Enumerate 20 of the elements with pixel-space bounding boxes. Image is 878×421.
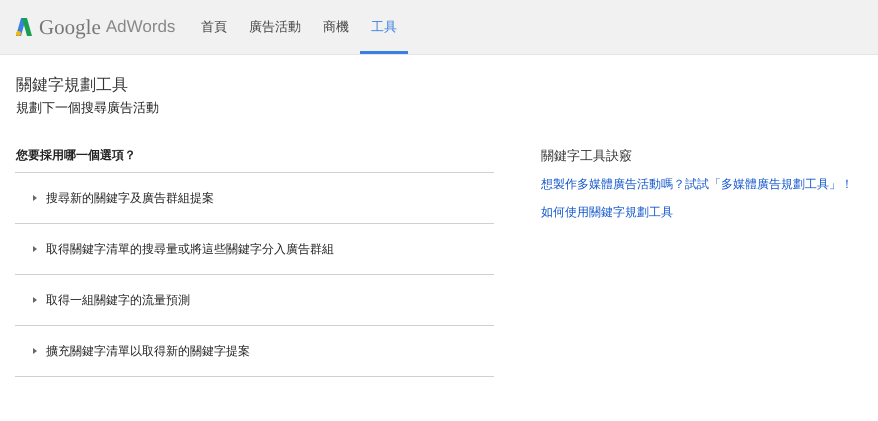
- page-subtitle: 規劃下一個搜尋廣告活動: [16, 100, 160, 117]
- option-link[interactable]: 擴充關鍵字清單以取得新的關鍵字提案: [46, 342, 250, 360]
- tips-heading: 關鍵字工具訣竅: [541, 148, 633, 165]
- caret-right-icon[interactable]: [33, 297, 37, 303]
- nav-tab[interactable]: 廣告活動: [238, 0, 312, 54]
- help-link[interactable]: 想製作多媒體廣告活動嗎？試試「多媒體廣告規劃工具」！: [541, 177, 853, 191]
- option-link[interactable]: 搜尋新的關鍵字及廣告群組提案: [46, 190, 214, 206]
- caret-right-icon[interactable]: [33, 195, 37, 201]
- option-link[interactable]: 取得一組關鍵字的流量預測: [46, 292, 190, 308]
- option-link[interactable]: 取得關鍵字清單的搜尋量或將這些關鍵字分入廣告群組: [46, 240, 334, 258]
- caret-right-icon[interactable]: [33, 348, 37, 354]
- logo-icon: [14, 17, 34, 37]
- nav-tab[interactable]: 商機: [312, 0, 360, 54]
- caret-right-icon[interactable]: [33, 246, 37, 252]
- help-link[interactable]: 如何使用關鍵字規劃工具: [541, 205, 673, 219]
- nav-tab[interactable]: 首頁: [190, 0, 238, 54]
- page-title: 關鍵字規劃工具: [16, 75, 129, 96]
- product-name: AdWords: [106, 17, 176, 37]
- logo-text: Google: [39, 14, 101, 40]
- section-heading: 您要採用哪一個選項？: [15, 147, 494, 173]
